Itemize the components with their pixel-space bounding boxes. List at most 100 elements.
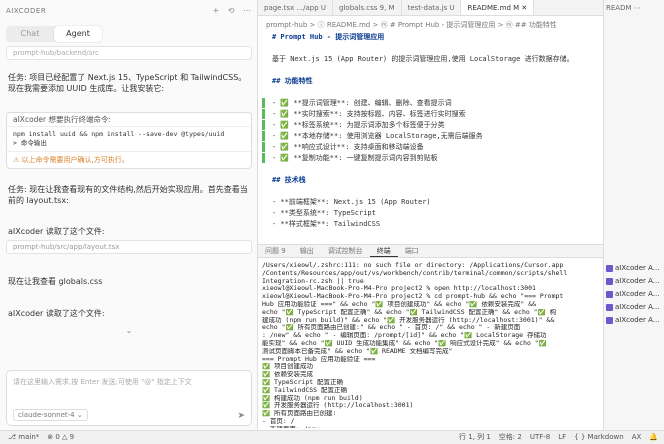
bell-icon[interactable]: 🔔 <box>649 431 658 444</box>
chat-input-box[interactable]: 请在这里输入需求,按 Enter 发送;可使用 "@" 指定上下文 claude… <box>6 370 252 426</box>
terminal-line: 测试页面脚本已备完成" && echo "✅ README 文档编写完成" <box>262 347 453 355</box>
terminal-output[interactable]: /Users/xieowl/.zshrc:111: no such file o… <box>262 262 600 428</box>
editor-tab[interactable]: page.tsx .../app U <box>258 0 334 15</box>
terminal-line: Integration-rc.zsh || true <box>262 277 364 285</box>
ax-indicator[interactable]: AX <box>632 431 642 444</box>
git-change-marker[interactable] <box>262 109 265 119</box>
status-bar: ⎇ main* ⊗ 0 △ 9 行 1, 列 1 空格: 2 UTF-8 LF … <box>0 430 664 444</box>
panel-title: AIXCODER <box>6 7 47 15</box>
breadcrumb[interactable]: prompt-hub > ⓘ README.md > ⓜ # Prompt Hu… <box>266 20 557 30</box>
panel-toolbar: + ⟲ ⋯ <box>207 6 252 15</box>
editor-tab[interactable]: globals.css 9, M <box>333 0 402 15</box>
git-change-marker[interactable] <box>262 98 265 108</box>
terminal-instance-label: aIXcoder A... <box>615 277 660 285</box>
git-change-marker[interactable] <box>262 120 265 130</box>
editor-line: # Prompt Hub - 提示词管理应用 <box>272 33 385 41</box>
history-icon[interactable]: ⟲ <box>228 6 235 15</box>
terminal-line: ✅ 项目创建成功 <box>262 363 314 371</box>
editor-tab[interactable]: README.md M ✕ <box>461 0 535 15</box>
assistant-message: 任务: 项目已经配置了 Next.js 15、TypeScript 和 Tail… <box>8 73 247 93</box>
more-icon[interactable]: ⋯ <box>243 6 251 15</box>
terminal-line: xieowl@Xieowl-MacBook-Pro-M4-Pro project… <box>262 285 536 293</box>
terminal-instance[interactable]: aIXcoder A... <box>606 288 664 301</box>
panel-tab[interactable]: 端口 <box>398 245 426 257</box>
terminal-line: xieowl@Xieowl-MacBook-Pro-M4-Pro project… <box>262 293 564 301</box>
panel-tab[interactable]: 问题 9 <box>258 245 293 257</box>
terminal-instance-label: aIXcoder A... <box>615 316 660 324</box>
terminal-line: ✅ TypeScript 配置正确 <box>262 378 344 386</box>
editor-line: ## 技术栈 <box>272 176 306 184</box>
panel-tab[interactable]: 调试控制台 <box>321 245 370 257</box>
terminal-line: /Contents/Resources/app/out/vs/workbench… <box>262 269 568 277</box>
editor-tabs: page.tsx .../app Uglobals.css 9, Mtest-d… <box>258 0 603 16</box>
editor-line: - ✅ **本地存储**: 使用浏览器 LocalStorage,无需后端服务 <box>272 132 483 140</box>
problems-indicator[interactable]: ⊗ 0 △ 9 <box>47 431 74 444</box>
editor-line: - **类型系统**: TypeScript <box>272 209 376 217</box>
editor-line: - ✅ **响应式设计**: 支持桌面和移动端设备 <box>272 143 424 151</box>
terminal-icon <box>606 303 613 311</box>
terminal-line: echo "✅ TypeScript 配置正确" && echo "✅ Tail… <box>262 308 557 316</box>
line-ending[interactable]: LF <box>558 431 566 444</box>
terminal-line: - 新建页面: /new <box>262 426 600 428</box>
read-file-label: aIXcoder 读取了这个文件: <box>8 227 105 236</box>
cursor-position[interactable]: 行 1, 列 1 <box>459 431 491 444</box>
assistant-message: 现在让我查看 globals.css <box>8 277 103 286</box>
terminal-instance-label: aIXcoder A... <box>615 303 660 311</box>
right-tab-label[interactable]: READM ⋯ <box>606 4 641 12</box>
right-sidebar: READM ⋯ aIXcoder A... aIXcoder A... aIXcod… <box>603 0 664 430</box>
chat-input-placeholder: 请在这里输入需求,按 Enter 发送;可使用 "@" 指定上下文 <box>13 378 192 386</box>
terminal-line: 建成功 (npm run build)" && echo "✅ 开发服务器运行 … <box>262 316 555 324</box>
workspace-path-field[interactable]: prompt-hub/backend/src <box>6 46 252 60</box>
command-line: npm install uuid && npm install --save-d… <box>13 130 225 138</box>
terminal-line: /Users/xieowl/.zshrc:111: no such file o… <box>262 262 564 269</box>
indent-setting[interactable]: 空格: 2 <box>499 431 522 444</box>
terminal-icon <box>606 316 613 324</box>
editor-line: - **样式框架**: TailwindCSS <box>272 220 381 228</box>
terminal-line: - 首页: / <box>262 417 295 425</box>
git-change-marker[interactable] <box>262 142 265 152</box>
terminal-line: ✅ TailwindCSS 配置正确 <box>262 386 347 394</box>
agent-mode-button[interactable]: Agent <box>54 26 102 42</box>
editor-line: 基于 Next.js 15 (App Router) 的提示词管理应用,使用 L… <box>272 55 574 63</box>
terminal-instance-label: aIXcoder A... <box>615 264 660 272</box>
confirm-warning: ⚠ 以上命令需要用户确认,方可执行。 <box>7 151 251 168</box>
send-icon[interactable]: ➤ <box>237 411 245 421</box>
panel-tab[interactable]: 输出 <box>293 245 321 257</box>
terminal-instance[interactable]: aIXcoder A... <box>606 301 664 314</box>
markdown-editor[interactable]: # Prompt Hub - 提示词管理应用基于 Next.js 15 (App… <box>258 32 603 232</box>
editor-line: - ✅ **复制功能**: 一键复制提示词内容到剪贴板 <box>272 154 438 162</box>
terminal-instance[interactable]: aIXcoder A... <box>606 275 664 288</box>
terminal-instance[interactable]: aIXcoder A... <box>606 314 664 327</box>
command-output-toggle[interactable]: > 命令输出 <box>13 139 245 148</box>
branch-indicator[interactable]: ⎇ main* <box>8 431 39 444</box>
terminal-line: ✅ 所有页面路由已创建: <box>262 410 337 418</box>
terminal-line: ✅ 开发服务器运行 (http://localhost:3001) <box>262 402 414 410</box>
chat-mode-button[interactable]: Chat <box>6 26 54 42</box>
model-select[interactable]: claude-sonnet-4 ⌄ <box>13 409 88 421</box>
card-title: aIXcoder 想要执行终端命令: <box>7 113 251 127</box>
panel-tab[interactable]: 终端 <box>369 245 398 257</box>
terminal-line: === Prompt Hub 应用功能验证 === <box>262 355 376 363</box>
language-mode[interactable]: { } Markdown <box>574 431 624 444</box>
git-change-marker[interactable] <box>262 131 265 141</box>
editor-line: - ✅ **提示词管理**: 创建、编辑、删除、查看提示词 <box>272 99 452 107</box>
terminal-line: ✅ 依赖安装完成 <box>262 371 314 379</box>
read-file-label: aIXcoder 读取了这个文件: <box>8 309 105 318</box>
terminal-line: echo "✅ 所有页面路由已创建:" && echo " - 首页: /" &… <box>262 324 521 332</box>
new-chat-icon[interactable]: + <box>213 6 220 15</box>
chevron-down-icon[interactable]: ⌄ <box>6 326 252 338</box>
mode-toggle: Chat Agent <box>6 26 102 42</box>
git-change-marker[interactable] <box>262 153 265 163</box>
editor-tab[interactable]: test-data.js U <box>402 0 462 15</box>
terminal-icon <box>606 277 613 285</box>
encoding[interactable]: UTF-8 <box>530 431 550 444</box>
terminal-instance-label: aIXcoder A... <box>615 290 660 298</box>
aixcoder-chat-panel: AIXCODER + ⟲ ⋯ Chat Agent prompt-hub/bac… <box>0 0 258 430</box>
editor-line: - ✅ **标签系统**: 为提示词添加多个标签便于分类 <box>272 121 445 129</box>
terminal-list: aIXcoder A... aIXcoder A... aIXcoder A... a… <box>606 262 664 327</box>
command-code: npm install uuid && npm install --save-d… <box>7 127 251 151</box>
terminal-icon <box>606 264 613 272</box>
panel-tabs: 问题 9 输出 调试控制台 终端 端口 <box>258 244 603 258</box>
terminal-instance[interactable]: aIXcoder A... <box>606 262 664 275</box>
read-file-link[interactable]: prompt-hub/src/app/layout.tsx <box>6 240 252 254</box>
